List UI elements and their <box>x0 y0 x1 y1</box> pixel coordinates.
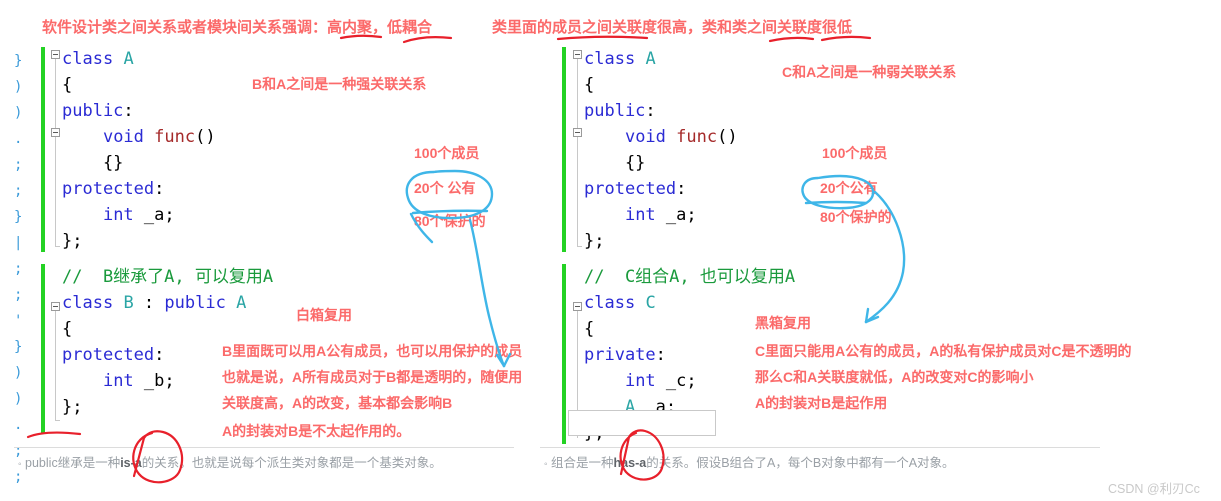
note-right-reuse-2: A的封装对B是起作用 <box>755 395 888 411</box>
code-line: class B : public A <box>62 293 247 313</box>
fold-box-class-b[interactable] <box>51 302 60 311</box>
footer-left-post: 的关系。也就是说每个派生类对象都是一个基类对象。 <box>141 456 442 470</box>
note-right-reuse-0: C里面只能用A公有的成员，A的私有保护成员对C是不透明的 <box>755 343 1132 359</box>
footer-divider-right <box>540 447 1100 448</box>
note-left-reuse-1: 也就是说，A所有成员对于B都是透明的，随便用 <box>222 369 523 385</box>
underline-right-1 <box>556 35 649 41</box>
footer-left: ◦ public继承是一种is-a的关系。也就是说每个派生类对象都是一个基类对象… <box>18 452 442 471</box>
note-left-relation: B和A之间是一种强关联关系 <box>252 76 427 92</box>
code-comment: // C组合A, 也可以复用A <box>584 267 796 287</box>
code-line: public: <box>62 101 134 121</box>
header-right: 类里面的成员之间关联度很高，类和类之间关联度很低 <box>492 19 853 36</box>
note-right-reuse-1: 那么C和A关联度就低，A的改变对C的影响小 <box>755 369 1034 385</box>
footer-right-bold: has-a <box>613 456 647 470</box>
code-line: { <box>584 75 595 95</box>
change-bar-class-c <box>562 264 566 444</box>
fold-end-b <box>55 420 60 421</box>
underline-right-3 <box>820 35 872 42</box>
fold-guide-a <box>55 58 56 246</box>
fold-guide-a-right <box>577 58 578 246</box>
note-left-reuse-title: 白箱复用 <box>296 307 352 323</box>
change-bar-class-a-right <box>562 47 566 252</box>
code-line: {} <box>584 153 646 173</box>
code-line: }; <box>584 231 605 251</box>
code-line: protected: <box>584 179 687 199</box>
code-line: { <box>62 75 73 95</box>
code-comment: // B继承了A, 可以复用A <box>62 267 274 287</box>
note-left-members-1: 20个 公有 <box>414 180 476 196</box>
left-class-a-code[interactable]: class A { public: void func() {} protect… <box>62 46 216 254</box>
code-line: class A <box>62 49 134 69</box>
code-line: int _a; <box>102 205 175 225</box>
header-left: 软件设计类之间关系或者模块间关系强调：高内聚，低耦合 <box>42 19 433 36</box>
fold-box-func-a[interactable] <box>51 128 60 137</box>
code-line: protected: <box>62 179 165 199</box>
note-left-members-0: 100个成员 <box>414 145 480 161</box>
fold-box-class-a-right[interactable] <box>573 50 582 59</box>
note-right-members-1: 20个公有 <box>820 180 878 196</box>
note-right-relation: C和A之间是一种弱关联关系 <box>782 64 957 80</box>
right-class-a-code[interactable]: class A { public: void func() {} protect… <box>584 46 738 254</box>
fold-end-a <box>55 246 60 247</box>
change-bar-class-a <box>41 47 45 252</box>
note-right-members-0: 100个成员 <box>822 145 888 161</box>
note-left-members-2: 80个保护的 <box>414 213 486 229</box>
fold-box-func-a-right[interactable] <box>573 128 582 137</box>
code-line: void func() <box>102 127 216 147</box>
code-line: }; <box>62 231 83 251</box>
note-right-members-2: 80个保护的 <box>820 209 892 225</box>
fold-end-a-right <box>577 246 582 247</box>
footer-right-post: 的关系。假设B组合了A，每个B对象中都有一个A对象。 <box>646 456 955 470</box>
footer-bullet-icon: ◦ <box>544 459 548 470</box>
footer-right-pre: 组合是一种 <box>551 456 614 470</box>
note-left-reuse-2: 关联度高，A的改变，基本都会影响B <box>222 395 453 411</box>
note-right-reuse-title: 黑箱复用 <box>755 315 811 331</box>
left-gutter-glyphs: } ) ) . ; ; } | ; ; ' } ) ) . ; ; <box>14 53 23 485</box>
code-line: class A <box>584 49 656 69</box>
change-bar-class-b <box>41 264 45 434</box>
footer-bullet-icon: ◦ <box>18 459 22 470</box>
footer-left-pre: public继承是一种 <box>25 456 121 470</box>
underline-di-ou-he <box>402 36 453 44</box>
code-line: { <box>62 319 73 339</box>
underline-right-2 <box>768 36 815 43</box>
code-line: {} <box>62 153 124 173</box>
footer-divider-left <box>14 447 514 448</box>
slide-root: 软件设计类之间关系或者模块间关系强调：高内聚，低耦合 类里面的成员之间关联度很高… <box>0 0 1221 501</box>
note-left-reuse-0: B里面既可以用A公有成员，也可以用保护的成员 <box>222 343 523 359</box>
code-line: int _a; <box>624 205 697 225</box>
fold-box-class-c[interactable] <box>573 302 582 311</box>
footer-right: ◦ 组合是一种has-a的关系。假设B组合了A，每个B对象中都有一个A对象。 <box>544 452 955 471</box>
footer-left-bold: is-a <box>120 456 142 470</box>
code-line: void func() <box>624 127 738 147</box>
fold-guide-b <box>55 310 56 420</box>
fold-box-class-a[interactable] <box>51 50 60 59</box>
editor-row-highlight[interactable] <box>568 410 716 436</box>
code-line: public: <box>584 101 656 121</box>
note-left-reuse-3: A的封装对B是不太起作用的。 <box>222 423 411 439</box>
csdn-watermark: CSDN @利刃Cc <box>1108 482 1200 496</box>
